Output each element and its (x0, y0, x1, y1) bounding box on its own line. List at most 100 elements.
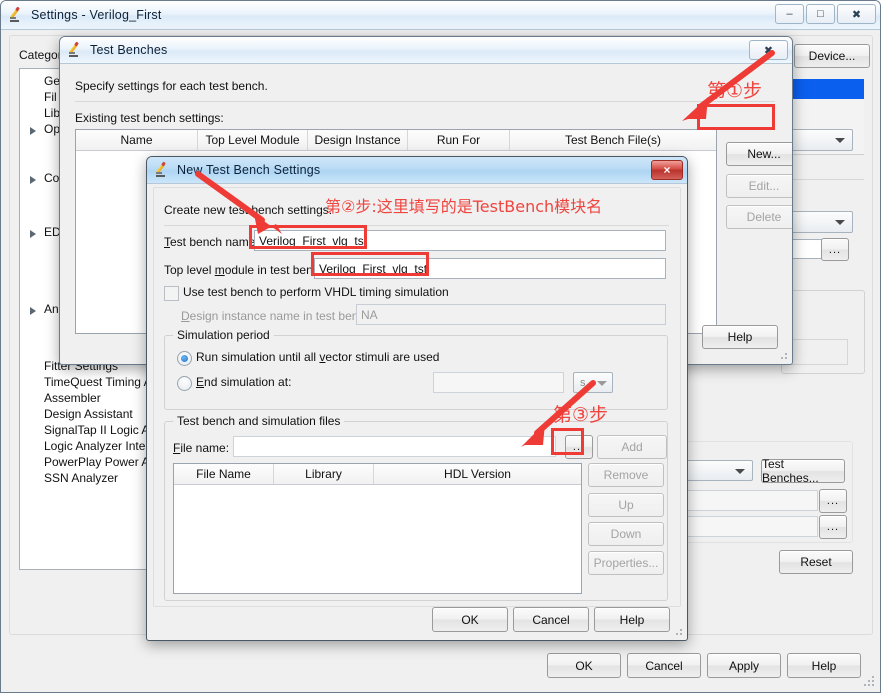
reset-button[interactable]: Reset (779, 550, 853, 574)
annotation-box-top-level-module (311, 252, 429, 276)
new-test-bench-button[interactable]: New... (726, 142, 792, 166)
main-apply-button[interactable]: Apply (707, 653, 781, 678)
right-combo-1[interactable] (791, 129, 853, 151)
simulation-period-title: Simulation period (173, 328, 274, 342)
expander-triangle-icon[interactable] (30, 307, 36, 315)
file-name-input[interactable] (233, 436, 556, 457)
test-benches-help-button[interactable]: Help (702, 325, 778, 349)
main-ok-button[interactable]: OK (547, 653, 621, 678)
selected-row-highlight (791, 79, 864, 99)
settings-window-title: Settings - Verilog_First (31, 8, 162, 22)
file-properties-label: Properties... (593, 556, 659, 570)
tree-item-ssn-analyzer[interactable]: SSN Analyzer (44, 471, 118, 485)
column-header-top-level-module[interactable]: Top Level Module (198, 130, 308, 150)
window-resize-grip[interactable] (864, 676, 876, 688)
tree-item-label: Co (44, 171, 60, 185)
expander-triangle-icon[interactable] (30, 127, 36, 135)
end-simulation-input[interactable] (433, 372, 564, 393)
new-test-bench-window-controls: × (649, 160, 683, 180)
new-dialog-resize-grip[interactable] (672, 625, 684, 637)
tree-item-logic-analyzer[interactable]: Logic Analyzer Interf (44, 439, 153, 453)
files-table[interactable]: File Name Library HDL Version (173, 463, 582, 594)
tree-item-files[interactable]: Fil (44, 90, 57, 104)
main-cancel-button[interactable]: Cancel (627, 653, 701, 678)
end-simulation-radio[interactable] (177, 376, 192, 391)
tree-item-signaltap[interactable]: SignalTap II Logic An (44, 423, 156, 437)
close-button[interactable]: ✖ (837, 4, 876, 24)
tree-item-timequest[interactable]: TimeQuest Timing An (44, 375, 158, 389)
tree-item-label: Logic Analyzer Interf (44, 439, 153, 453)
annotation-box-test-bench-name (249, 225, 367, 249)
pencil-icon (68, 42, 84, 58)
add-file-button: Add (597, 435, 667, 459)
tree-item-label: Assembler (44, 391, 101, 405)
table-header-row: Name Top Level Module Design Instance Ru… (76, 130, 716, 151)
files-column-library[interactable]: Library (274, 464, 374, 484)
file-properties-button: Properties... (588, 551, 664, 575)
device-button[interactable]: Device... (794, 44, 870, 68)
test-benches-title: Test Benches (90, 43, 168, 57)
settings-titlebar: Settings - Verilog_First – □ ✖ (1, 1, 880, 30)
pencil-icon (9, 7, 25, 23)
tree-item-label: SignalTap II Logic An (44, 423, 157, 437)
maximize-button[interactable]: □ (806, 4, 835, 24)
tree-item-general[interactable]: Ge (44, 74, 60, 88)
column-header-test-bench-files[interactable]: Test Bench File(s) (510, 130, 716, 150)
expander-triangle-icon[interactable] (30, 230, 36, 238)
time-unit-value: s (580, 376, 586, 389)
move-up-button: Up (588, 493, 664, 517)
existing-settings-label: Existing test bench settings: (75, 111, 224, 125)
files-table-header: File Name Library HDL Version (174, 464, 581, 485)
test-benches-close-button[interactable]: ✖ (749, 40, 788, 60)
test-bench-name-label-rest: est bench name: (170, 235, 259, 249)
annotation-step-2: 第②步:这里填写的是TestBench模块名 (325, 197, 603, 216)
new-test-bench-description: Create new test bench settings. (164, 203, 333, 217)
tree-item-operating[interactable]: Op (44, 122, 60, 136)
new-dialog-help-button[interactable]: Help (594, 607, 670, 632)
tree-item-label: SSN Analyzer (44, 471, 119, 485)
tree-item-assembler[interactable]: Assembler (44, 391, 101, 405)
main-help-button[interactable]: Help (787, 653, 861, 678)
tree-item-label: An (44, 302, 59, 316)
column-header-run-for[interactable]: Run For (408, 130, 510, 150)
files-table-body[interactable] (174, 484, 581, 593)
time-unit-combo[interactable]: s (573, 372, 613, 393)
new-test-bench-dialog: New Test Bench Settings × Create new tes… (146, 156, 688, 641)
column-header-name[interactable]: Name (76, 130, 198, 150)
move-down-label: Down (610, 527, 642, 541)
test-bench-name-label: Test bench name: (164, 235, 259, 249)
move-up-label: Up (618, 498, 634, 512)
right-browse-button-1[interactable]: ... (821, 238, 849, 261)
tree-item-label: Ge (44, 74, 61, 88)
new-dialog-cancel-button[interactable]: Cancel (513, 607, 589, 632)
run-all-radio[interactable] (177, 351, 192, 366)
top-level-module-label: Top level module in test bench: (164, 263, 329, 277)
minimize-button[interactable]: – (775, 4, 804, 24)
files-column-file-name[interactable]: File Name (174, 464, 274, 484)
tree-item-libraries[interactable]: Lib (44, 106, 60, 120)
tree-item-label: PowerPlay Power An (44, 455, 157, 469)
tree-item-design-assistant[interactable]: Design Assistant (44, 407, 133, 421)
new-dialog-ok-button[interactable]: OK (432, 607, 508, 632)
vhdl-timing-label: Use test bench to perform VHDL timing si… (183, 285, 449, 299)
annotation-step-1: 第①步 (707, 80, 763, 102)
new-dialog-divider (164, 225, 669, 226)
chevron-down-icon (835, 138, 845, 143)
expander-triangle-icon[interactable] (30, 176, 36, 184)
design-instance-label: Design instance name in test bench: (181, 309, 375, 323)
end-simulation-label: End simulation at: (196, 375, 292, 389)
test-benches-description: Specify settings for each test bench. (75, 79, 268, 93)
tree-item-compilation[interactable]: Co (44, 171, 59, 185)
test-benches-resize-grip[interactable] (777, 349, 789, 361)
right-combo-2[interactable] (791, 211, 853, 233)
tree-item-powerplay[interactable]: PowerPlay Power An (44, 455, 156, 469)
column-header-design-instance[interactable]: Design Instance (308, 130, 408, 150)
new-test-bench-close-button[interactable]: × (651, 160, 683, 180)
file-name-label: File name: (173, 441, 230, 455)
add-file-label: Add (621, 440, 643, 454)
tree-item-analysis[interactable]: An (44, 302, 59, 316)
delete-test-bench-button: Delete (726, 205, 792, 229)
files-column-hdl-version[interactable]: HDL Version (374, 464, 581, 484)
tree-item-label: Lib (44, 106, 61, 120)
vhdl-timing-checkbox[interactable] (164, 286, 179, 301)
